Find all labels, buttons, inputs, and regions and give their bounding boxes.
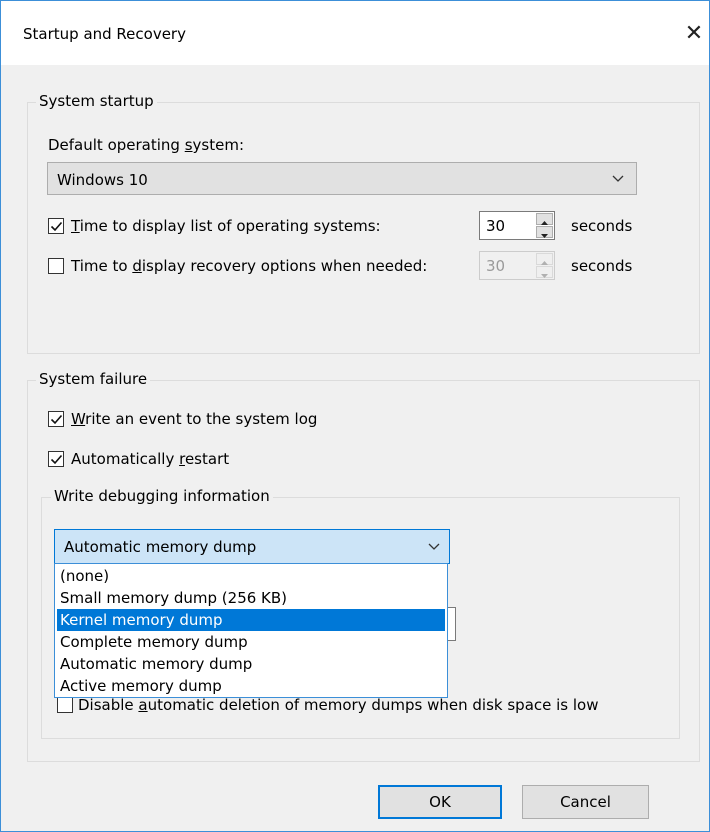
check-icon xyxy=(50,221,63,232)
chevron-down-icon xyxy=(612,175,624,182)
spin-down-button[interactable] xyxy=(536,266,553,278)
time-list-spinner[interactable]: 30 xyxy=(479,211,555,240)
write-event-checkbox[interactable] xyxy=(48,411,64,427)
time-recovery-value: 30 xyxy=(486,257,506,275)
time-recovery-label[interactable]: Time to display recovery options when ne… xyxy=(71,257,427,275)
dropdown-option[interactable]: Automatic memory dump xyxy=(57,653,445,675)
write-event-label[interactable]: Write an event to the system log xyxy=(71,410,317,428)
system-failure-legend: System failure xyxy=(36,370,151,388)
arrow-down-icon xyxy=(541,274,548,278)
ok-button[interactable]: OK xyxy=(378,785,502,819)
dropdown-option[interactable]: (none) xyxy=(57,565,445,587)
arrow-down-icon xyxy=(541,234,548,238)
time-list-unit: seconds xyxy=(571,217,633,235)
time-list-checkbox[interactable] xyxy=(48,218,64,234)
dropdown-option[interactable]: Small memory dump (256 KB) xyxy=(57,587,445,609)
time-recovery-spinner[interactable]: 30 xyxy=(479,251,555,280)
disable-auto-delete-label[interactable]: Disable automatic deletion of memory dum… xyxy=(78,696,599,714)
title-bar: Startup and Recovery ✕ xyxy=(1,1,709,65)
disable-auto-delete-checkbox[interactable] xyxy=(57,697,73,713)
system-startup-legend: System startup xyxy=(36,92,157,110)
dropdown-option[interactable]: Complete memory dump xyxy=(57,631,445,653)
close-icon[interactable]: ✕ xyxy=(681,21,707,47)
time-list-label[interactable]: Time to display list of operating system… xyxy=(71,217,381,235)
debug-info-legend: Write debugging information xyxy=(51,487,273,505)
time-list-value[interactable]: 30 xyxy=(486,217,505,235)
dropdown-option[interactable]: Active memory dump xyxy=(57,675,445,697)
cancel-button[interactable]: Cancel xyxy=(522,785,649,819)
check-icon xyxy=(50,414,63,425)
check-icon xyxy=(50,454,63,465)
debug-type-value: Automatic memory dump xyxy=(64,538,257,556)
dialog-title: Startup and Recovery xyxy=(23,25,186,43)
chevron-down-icon xyxy=(428,543,440,550)
dropdown-option-highlighted[interactable]: Kernel memory dump xyxy=(57,609,445,631)
default-os-label: Default operating system: xyxy=(48,136,245,154)
spin-down-button[interactable] xyxy=(536,226,553,238)
spin-up-button[interactable] xyxy=(536,253,553,265)
auto-restart-label[interactable]: Automatically restart xyxy=(71,450,229,468)
debug-type-dropdown-list: (none) Small memory dump (256 KB) Kernel… xyxy=(54,563,448,698)
spin-up-button[interactable] xyxy=(536,213,553,225)
auto-restart-checkbox[interactable] xyxy=(48,451,64,467)
default-os-combobox[interactable]: Windows 10 xyxy=(47,162,637,195)
time-recovery-checkbox[interactable] xyxy=(48,258,64,274)
debug-type-combobox[interactable]: Automatic memory dump xyxy=(54,529,450,564)
default-os-value: Windows 10 xyxy=(57,171,148,189)
time-recovery-unit: seconds xyxy=(571,257,633,275)
